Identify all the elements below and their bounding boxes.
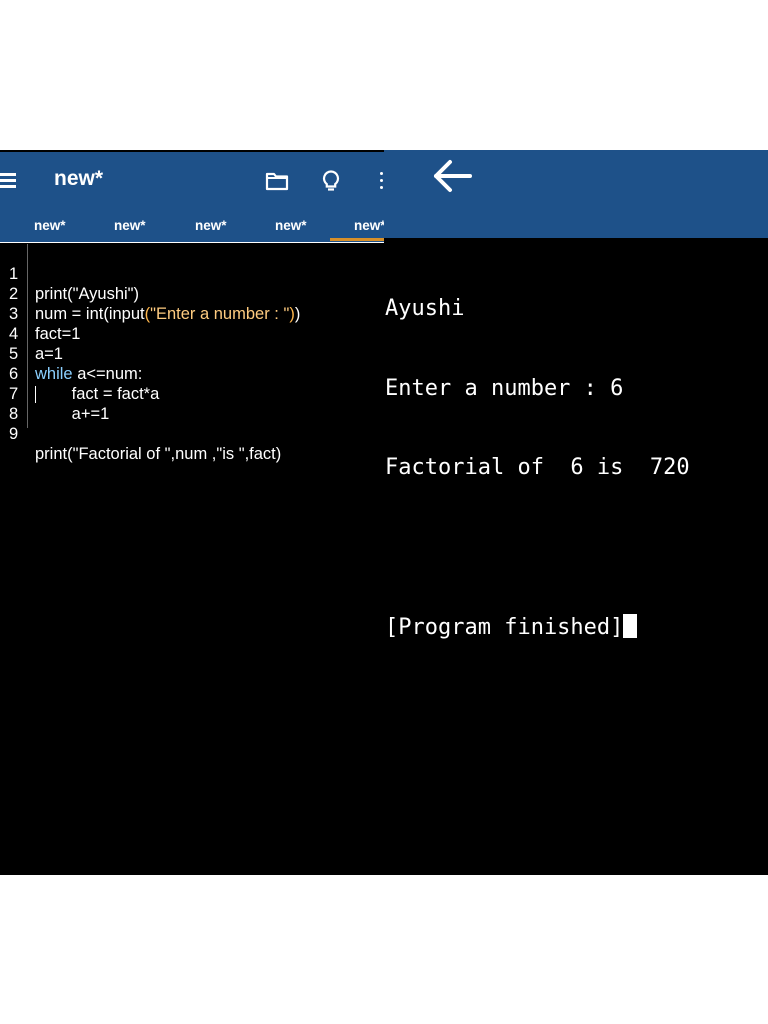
menu-icon[interactable] bbox=[0, 172, 16, 188]
divider bbox=[0, 242, 384, 243]
code-line: 6 fact = fact*a bbox=[0, 344, 384, 403]
code-line: 9 bbox=[0, 404, 384, 443]
editor-toolbar: new* bbox=[0, 152, 384, 208]
code-line: 5 while a<=num: bbox=[0, 324, 384, 383]
terminal-toolbar bbox=[384, 150, 768, 238]
file-title: new* bbox=[54, 167, 104, 190]
output-line: [Program finished] bbox=[385, 614, 765, 641]
tab-file-4[interactable]: new* bbox=[275, 218, 307, 233]
output-line: Enter a number : 6 bbox=[385, 375, 624, 401]
lightbulb-icon[interactable] bbox=[318, 168, 344, 194]
code-area[interactable]: 1 print("Ayushi") 2 num = int(input("Ent… bbox=[0, 244, 384, 875]
tab-file-2[interactable]: new* bbox=[114, 218, 146, 233]
terminal-cursor bbox=[623, 614, 638, 638]
code-line: 7 a+=1 bbox=[0, 364, 384, 423]
code-line: 1 print("Ayushi") bbox=[0, 244, 384, 303]
output-line: Ayushi bbox=[385, 296, 465, 321]
terminal-panel: Ayushi Enter a number : 6 Factorial of 6… bbox=[384, 150, 768, 875]
arrow-left-icon[interactable] bbox=[430, 154, 474, 198]
folder-icon[interactable] bbox=[264, 168, 290, 194]
code-text: print("Factorial of ",num ,"is ",fact) bbox=[35, 445, 282, 463]
code-line: 8 print("Factorial of ",num ,"is ",fact) bbox=[0, 384, 384, 463]
file-tabs: new* new* new* new* new* bbox=[0, 208, 384, 242]
output-line: Factorial of 6 is 720 bbox=[385, 455, 690, 480]
line-number: 9 bbox=[9, 425, 19, 443]
code-line: 2 num = int(input("Enter a number : ")) bbox=[0, 264, 384, 323]
tab-file-1[interactable]: new* bbox=[34, 218, 66, 233]
tab-file-3[interactable]: new* bbox=[195, 218, 227, 233]
status-text: [Program finished] bbox=[385, 615, 624, 640]
tab-file-5[interactable]: new* bbox=[354, 218, 384, 233]
terminal-output[interactable]: Ayushi Enter a number : 6 Factorial of 6… bbox=[385, 243, 765, 694]
code-line: 4 a=1 bbox=[0, 304, 384, 363]
active-tab-indicator bbox=[330, 238, 384, 241]
code-editor-panel: new* new* new* new* new* new* 1 print("A… bbox=[0, 150, 384, 875]
code-line: 3 fact=1 bbox=[0, 284, 384, 343]
text-cursor bbox=[35, 386, 36, 403]
